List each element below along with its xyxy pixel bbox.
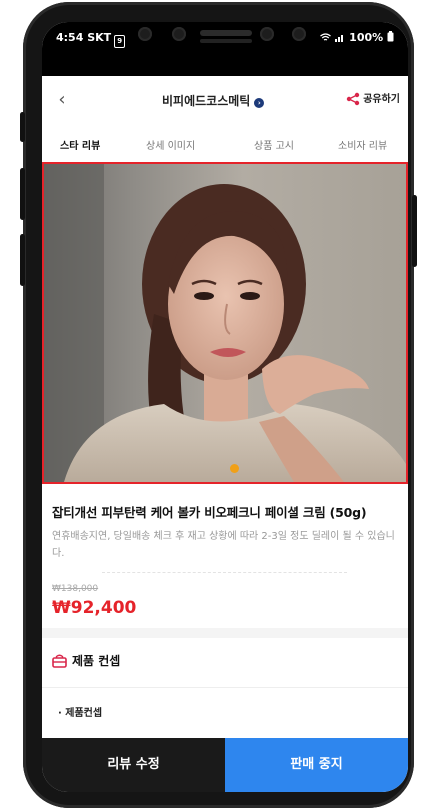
chevron-left-icon[interactable]: ‹ [52,90,72,110]
status-bar: 4:54 SKT 9 100% [42,22,408,76]
speaker-grille [200,39,252,43]
sensor-icon [260,27,274,41]
camera-icon [138,27,152,41]
divider [42,687,408,688]
edit-review-button[interactable]: 리뷰 수정 [42,738,225,792]
stop-selling-button[interactable]: 판매 중지 [225,738,408,792]
status-time: 4:54 SKT 9 [56,31,126,48]
original-price: ₩138,000 [52,584,99,594]
section-gap [42,628,408,638]
side-button [20,234,25,286]
battery-percent: 100% [349,31,384,44]
sensor-icon [292,27,306,41]
tab-consumer-review[interactable]: 소비자 리뷰 [338,137,387,152]
sensor-icon [172,27,186,41]
tab-product-notice[interactable]: 상품 고시 [254,137,294,152]
product-image[interactable] [42,162,408,484]
tab-star-review[interactable]: 스타 리뷰 [60,137,100,152]
model-photo [44,164,406,482]
product-description: 연휴배송지연, 당일배송 체크 후 재고 상황에 따라 2-3일 정도 딜레이 … [52,531,395,559]
share-button[interactable]: 공유하기 [346,90,400,106]
app-header: ‹ 비피에드코스메틱 › 공유하기 [42,76,408,125]
sim-icon: 9 [114,35,126,48]
side-button [20,112,25,142]
speaker-grille [200,30,252,36]
divider [102,572,347,573]
carousel-indicator [230,464,239,473]
verified-icon: › [254,98,265,108]
signal-icon [335,35,344,42]
tab-detail-images[interactable]: 상세 이미지 [146,137,195,152]
status-right: 100% [320,31,394,44]
product-title: 잡티개선 피부탄력 케어 볼카 비오페크니 페이셜 크림 (50g) [52,505,367,520]
battery-icon [387,31,394,42]
concept-list-item: · 제품컨셉 [58,708,103,719]
side-button [20,168,25,220]
sale-price: ₩92,400 [52,598,137,618]
side-button [412,195,417,267]
wifi-icon [320,33,332,41]
brand-name[interactable]: 비피에드코스메틱 › [162,92,265,109]
tab-bar: 스타 리뷰 상세 이미지 상품 고시 소비자 리뷰 [42,124,408,162]
share-icon [346,92,360,106]
screen: 4:54 SKT 9 100% ‹ 비피에드코스메틱 › 공유하기 스타 리뷰 … [42,22,408,792]
concept-section-header[interactable]: 제품 컨셉 [52,652,120,669]
shopping-bag-icon [52,654,67,668]
